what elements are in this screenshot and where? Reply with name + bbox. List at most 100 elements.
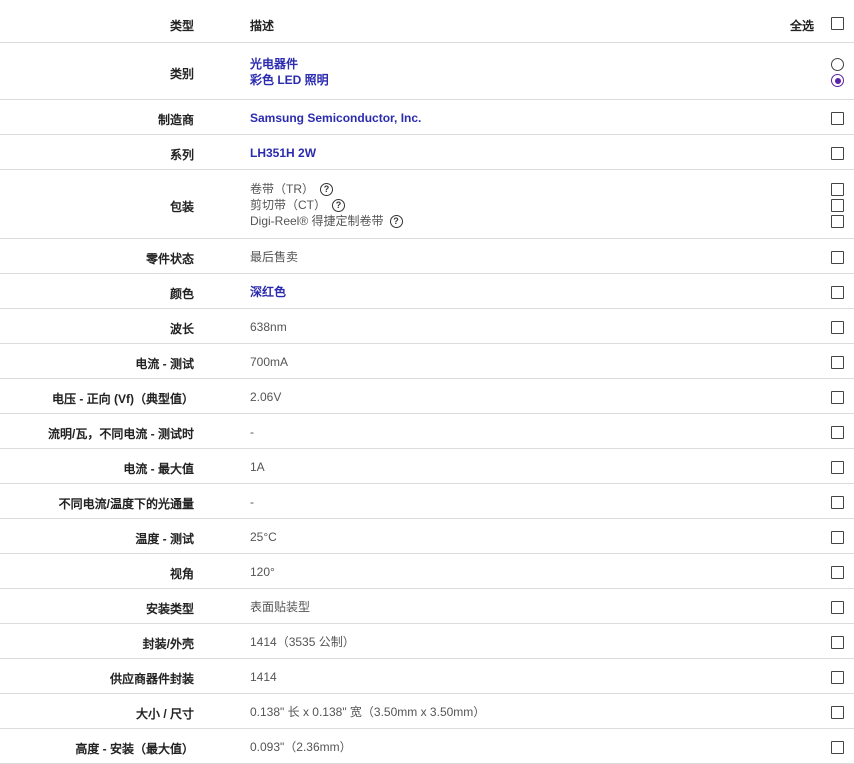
row-checkbox[interactable] <box>831 496 845 509</box>
header-desc-label: 描述 <box>250 19 275 33</box>
description-text[interactable]: 光电器件 <box>250 56 298 72</box>
table-row: 电压 - 正向 (Vf)（典型值） 2.06V <box>0 379 854 414</box>
help-icon[interactable]: ? <box>320 182 333 196</box>
option-checkbox[interactable] <box>831 215 845 228</box>
select-all-checkbox[interactable] <box>831 17 845 30</box>
description-text: 最后售卖 <box>250 250 299 264</box>
table-row: 流明/瓦，不同电流 - 测试时 - <box>0 414 854 449</box>
row-checkbox[interactable] <box>831 112 845 125</box>
row-label: 不同电流/温度下的光通量 <box>58 497 194 511</box>
row-checkbox[interactable] <box>831 321 845 334</box>
row-label: 系列 <box>169 148 194 162</box>
row-label: 电流 - 测试 <box>135 357 194 371</box>
row-description: 最后售卖 <box>250 249 298 265</box>
row-checkbox[interactable] <box>831 671 845 684</box>
row-label: 视角 <box>169 567 194 581</box>
description-text: 表面贴装型 <box>250 600 311 614</box>
row-checkbox[interactable] <box>831 706 845 719</box>
row-checkbox[interactable] <box>831 251 845 264</box>
row-label: 波长 <box>169 322 194 336</box>
row-description: 0.093"（2.36mm） <box>250 739 352 755</box>
table-row: 温度 - 测试 25°C <box>0 519 854 554</box>
row-label: 供应商器件封装 <box>109 672 194 686</box>
row-label: 颜色 <box>169 287 194 301</box>
description-text: 1414 <box>250 670 277 684</box>
row-description: LH351H 2W <box>250 145 316 161</box>
description-text: 25°C <box>250 530 277 544</box>
help-icon[interactable]: ? <box>332 198 345 212</box>
description-text: 638nm <box>250 320 287 334</box>
row-label: 流明/瓦，不同电流 - 测试时 <box>48 427 194 441</box>
description-line: Digi-Reel® 得捷定制卷带? <box>250 213 403 229</box>
row-label: 类别 <box>169 67 194 81</box>
row-description: 1414（3535 公制） <box>250 634 355 650</box>
table-row: 大小 / 尺寸 0.138" 长 x 0.138" 宽（3.50mm x 3.50… <box>0 694 854 729</box>
row-description: 638nm <box>250 319 287 335</box>
row-description: 0.138" 长 x 0.138" 宽（3.50mm x 3.50mm） <box>250 704 485 720</box>
description-line[interactable]: 彩色 LED 照明 <box>250 72 329 88</box>
table-row: 电流 - 最大值 1A <box>0 449 854 484</box>
row-checkbox[interactable] <box>831 426 845 439</box>
description-line: 0.138" 长 x 0.138" 宽（3.50mm x 3.50mm） <box>250 704 485 720</box>
row-label: 大小 / 尺寸 <box>135 707 194 721</box>
table-row: 电流 - 测试 700mA <box>0 344 854 379</box>
description-text: 2.06V <box>250 390 282 404</box>
row-checkbox[interactable] <box>831 147 845 160</box>
row-checkbox[interactable] <box>831 356 845 369</box>
help-icon[interactable]: ? <box>389 214 403 228</box>
description-line: 0.093"（2.36mm） <box>250 739 352 755</box>
description-text: 700mA <box>250 355 289 369</box>
row-description: 表面贴装型 <box>250 599 310 615</box>
table-row: 供应商器件封装 1414 <box>0 659 854 694</box>
row-description: 光电器件 彩色 LED 照明 <box>250 56 329 88</box>
row-label: 包装 <box>169 200 194 214</box>
row-description: 卷带（TR）? 剪切带（CT）? Digi-Reel® 得捷定制卷带? <box>250 181 403 229</box>
row-label: 制造商 <box>157 113 194 127</box>
row-checkbox[interactable] <box>831 741 845 754</box>
select-all-label: 全选 <box>789 19 814 33</box>
row-description: 700mA <box>250 354 288 370</box>
table-row: 系列 LH351H 2W <box>0 135 854 170</box>
row-label: 安装类型 <box>145 602 194 616</box>
description-text: 1414（3535 公制） <box>250 635 355 649</box>
description-line[interactable]: Samsung Semiconductor, Inc. <box>250 110 421 126</box>
description-line: - <box>250 424 254 440</box>
description-line: - <box>250 494 254 510</box>
row-checkbox[interactable] <box>831 391 845 404</box>
row-label: 电流 - 最大值 <box>123 462 194 476</box>
description-line[interactable]: 光电器件 <box>250 56 329 72</box>
option-checkbox[interactable] <box>831 183 845 196</box>
row-checkbox[interactable] <box>831 566 845 579</box>
description-text[interactable]: 深红色 <box>250 284 286 300</box>
row-checkbox[interactable] <box>831 636 845 649</box>
description-line[interactable]: LH351H 2W <box>250 145 316 161</box>
description-text[interactable]: LH351H 2W <box>250 145 316 161</box>
row-description: 深红色 <box>250 284 286 300</box>
option-radio[interactable] <box>831 74 845 87</box>
description-text[interactable]: 彩色 LED 照明 <box>250 72 329 88</box>
row-description: 25°C <box>250 529 277 545</box>
row-checkbox[interactable] <box>831 286 845 299</box>
table-row: 高度 - 安装（最大值） 0.093"（2.36mm） <box>0 729 854 764</box>
row-checkbox[interactable] <box>831 461 845 474</box>
description-line: 1414 <box>250 669 277 685</box>
row-description: 1A <box>250 459 265 475</box>
description-line[interactable]: 深红色 <box>250 284 286 300</box>
table-row: 类别 光电器件 彩色 LED 照明 <box>0 43 854 100</box>
row-checkbox[interactable] <box>831 531 845 544</box>
row-description: Samsung Semiconductor, Inc. <box>250 110 421 126</box>
row-description: 1414 <box>250 669 277 685</box>
row-description: - <box>250 494 254 510</box>
option-checkbox[interactable] <box>831 199 845 212</box>
row-checkbox[interactable] <box>831 601 845 614</box>
description-text[interactable]: Samsung Semiconductor, Inc. <box>250 110 421 126</box>
description-line: 700mA <box>250 354 288 370</box>
row-description: 120° <box>250 564 275 580</box>
description-text: 剪切带（CT） <box>250 198 326 212</box>
description-line: 表面贴装型 <box>250 599 310 615</box>
option-radio[interactable] <box>831 58 845 71</box>
row-label: 封装/外壳 <box>142 637 194 651</box>
table-row: 波长 638nm <box>0 309 854 344</box>
description-line: 25°C <box>250 529 277 545</box>
description-line: 2.06V <box>250 389 281 405</box>
